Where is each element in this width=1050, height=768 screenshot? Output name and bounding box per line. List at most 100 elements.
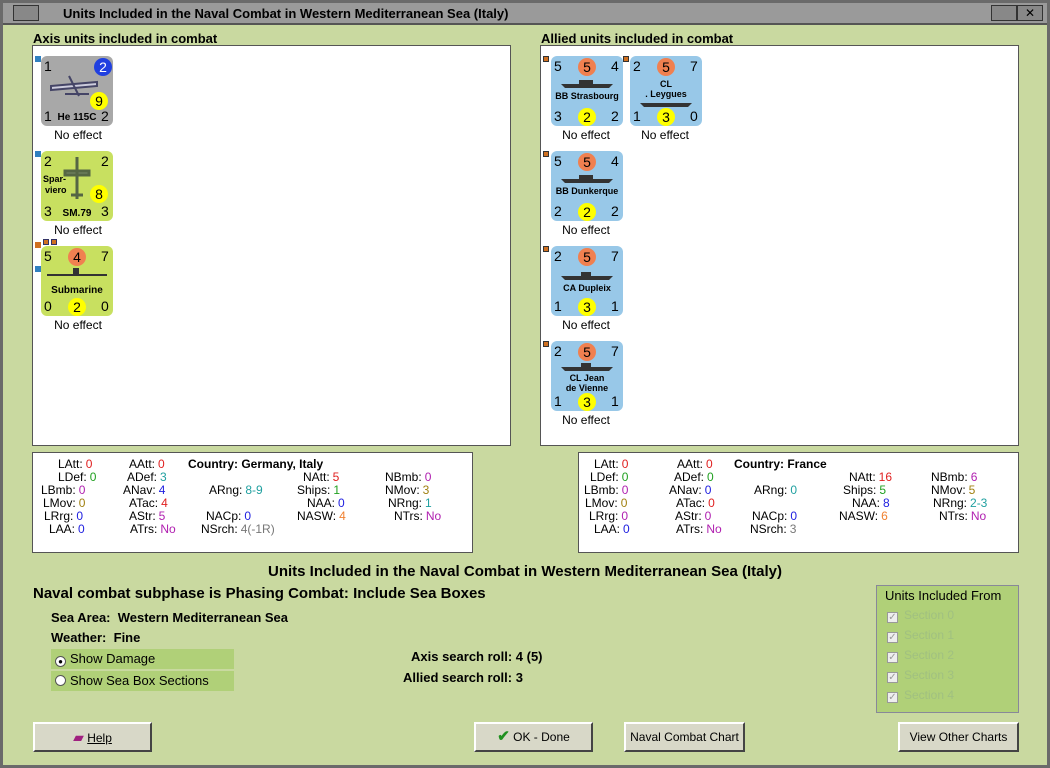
stat-anav: ANav: 4 — [123, 483, 166, 497]
stat-latt: LAtt: 0 — [58, 457, 93, 471]
axis-header: Axis units included in combat — [33, 31, 218, 46]
weather: Weather: Fine — [51, 630, 141, 645]
show-damage-radio[interactable]: ● Show Damage — [51, 649, 234, 669]
naval-combat-chart-button[interactable]: Naval Combat Chart — [624, 722, 745, 752]
stat-atac: ATac: 0 — [676, 496, 715, 510]
unit-stat: 1 — [633, 108, 641, 124]
unit-stat: 2 — [101, 153, 109, 169]
stat-lrrg: LRrg: 0 — [589, 509, 629, 523]
unit-marker — [35, 242, 41, 248]
sections-title: Units Included From — [885, 588, 1002, 603]
stat-naa: NAA: 0 — [307, 496, 345, 510]
section-3-checkbox[interactable]: ✓ Section 3 — [887, 668, 954, 683]
allied-search-roll: Allied search roll: 3 — [403, 670, 523, 685]
show-sea-box-radio[interactable]: Show Sea Box Sections — [51, 671, 234, 691]
stat-atrs: ATrs: No — [676, 522, 722, 536]
stat-laa: LAA: 0 — [49, 522, 85, 536]
unit-effect: No effect — [54, 223, 102, 237]
unit-marker — [623, 56, 629, 62]
unit-counter-bb-dunkerque[interactable]: 5 5 4 BB Dunkerque 2 2 2 — [551, 151, 623, 221]
unit-stat: 2 — [554, 248, 562, 264]
stat-nmov: NMov: 5 — [931, 483, 976, 497]
unit-name: BB Dunkerque — [555, 186, 619, 196]
allied-header: Allied units included in combat — [541, 31, 734, 46]
unit-effect: No effect — [562, 128, 610, 142]
help-button[interactable]: ▰ Help — [33, 722, 152, 752]
unit-stat: 5 — [578, 58, 596, 76]
unit-counter-he115c[interactable]: 1 2 9 1 He 115C 2 — [41, 56, 113, 126]
unit-counter-submarine[interactable]: 5 4 7 Submarine 0 2 0 — [41, 246, 113, 316]
unit-name: de Vienne — [565, 383, 609, 393]
allied-stats-panel: LAtt: 0 LDef: 0 LBmb: 0 LMov: 0 LRrg: 0 LAA: 0… — [578, 452, 1019, 553]
stat-adef: ADef: 0 — [674, 470, 714, 484]
unit-stat: 4 — [611, 58, 619, 74]
stat-atac: ATac: 4 — [129, 496, 168, 510]
unit-stat: 5 — [578, 248, 596, 266]
unit-effect: No effect — [641, 128, 689, 142]
unit-stat: 7 — [611, 343, 619, 359]
minimize-button[interactable] — [991, 5, 1017, 21]
subphase-text: Naval combat subphase is Phasing Combat:… — [33, 585, 486, 602]
stat-country: Country: France — [734, 457, 827, 471]
sections-group: Units Included From ✓ Section 0 ✓ Section … — [876, 585, 1019, 713]
unit-stat: 5 — [578, 153, 596, 171]
submarine-icon — [47, 268, 107, 276]
stat-adef: ADef: 3 — [127, 470, 167, 484]
unit-stat: 7 — [690, 58, 698, 74]
stat-nsrch: NSrch: 4(-1R) — [201, 522, 275, 536]
window-title: Units Included in the Naval Combat in We… — [63, 6, 509, 21]
unit-name: BB Strasbourg — [555, 91, 619, 101]
unit-counter-ca-dupleix[interactable]: 2 5 7 CA Dupleix 1 3 1 — [551, 246, 623, 316]
stat-lrrg: LRrg: 0 — [44, 509, 84, 523]
unit-marker — [543, 56, 549, 62]
stat-astr: AStr: 5 — [129, 509, 166, 523]
ok-done-button[interactable]: ✔ OK - Done — [474, 722, 593, 752]
stat-arng: ARng: 8-9 — [209, 483, 263, 497]
unit-stat: 3 — [554, 108, 562, 124]
unit-counter-bb-strasbourg[interactable]: 5 5 4 BB Strasbourg 3 2 2 — [551, 56, 623, 126]
stat-astr: AStr: 0 — [675, 509, 712, 523]
view-other-charts-button[interactable]: View Other Charts — [898, 722, 1019, 752]
stat-nrng: NRng: 2-3 — [933, 496, 988, 510]
unit-name: He 115C — [57, 112, 97, 123]
cruiser-icon — [640, 103, 692, 107]
stat-lmov: LMov: 0 — [43, 496, 86, 510]
section-2-checkbox[interactable]: ✓ Section 2 — [887, 648, 954, 663]
unit-name: CL — [660, 79, 672, 89]
unit-marker — [543, 151, 549, 157]
unit-counter-sm79[interactable]: 2 2 Spar- viero 8 3 SM.79 3 — [41, 151, 113, 221]
sea-area: Sea Area: Western Mediterranean Sea — [51, 610, 289, 625]
close-button[interactable]: ✕ — [1017, 5, 1043, 21]
allied-units-panel: 5 5 4 BB Strasbourg 3 2 2 No effect 2 5 … — [540, 45, 1019, 446]
stat-nmov: NMov: 3 — [385, 483, 430, 497]
stat-ntrs: NTrs: No — [394, 509, 442, 523]
section-0-checkbox[interactable]: ✓ Section 0 — [887, 608, 954, 623]
unit-stat: 2 — [578, 108, 596, 126]
unit-stat: 5 — [554, 58, 562, 74]
unit-marker — [43, 239, 49, 245]
unit-name: Spar- — [43, 174, 67, 184]
unit-stat: 3 — [578, 393, 596, 411]
book-icon: ▰ — [73, 729, 84, 745]
unit-stat: 4 — [68, 248, 86, 266]
section-1-checkbox[interactable]: ✓ Section 1 — [887, 628, 954, 643]
unit-stat: 2 — [578, 203, 596, 221]
unit-stat: 1 — [611, 298, 619, 314]
unit-stat: 2 — [101, 108, 109, 124]
unit-stat: 5 — [578, 343, 596, 361]
stat-naa: NAA: 8 — [852, 496, 890, 510]
unit-stat: 2 — [68, 298, 86, 316]
stat-nbmb: NBmb: 6 — [931, 470, 978, 484]
stat-aatt: AAtt: 0 — [129, 457, 165, 471]
cruiser-icon — [561, 363, 613, 371]
unit-name: SM.79 — [62, 208, 92, 219]
section-4-checkbox[interactable]: ✓ Section 4 — [887, 688, 954, 703]
unit-counter-cl-jean-de-vienne[interactable]: 2 5 7 CL Jean de Vienne 1 3 1 — [551, 341, 623, 411]
unit-stat: 1 — [554, 298, 562, 314]
unit-stat: 2 — [611, 203, 619, 219]
unit-name: . Leygues — [645, 89, 687, 99]
stat-ntrs: NTrs: No — [939, 509, 987, 523]
axis-search-roll: Axis search roll: 4 (5) — [411, 649, 543, 664]
unit-counter-cl-leygues[interactable]: 2 5 7 CL . Leygues 1 3 0 — [630, 56, 702, 126]
window-menu-button[interactable] — [13, 5, 39, 21]
